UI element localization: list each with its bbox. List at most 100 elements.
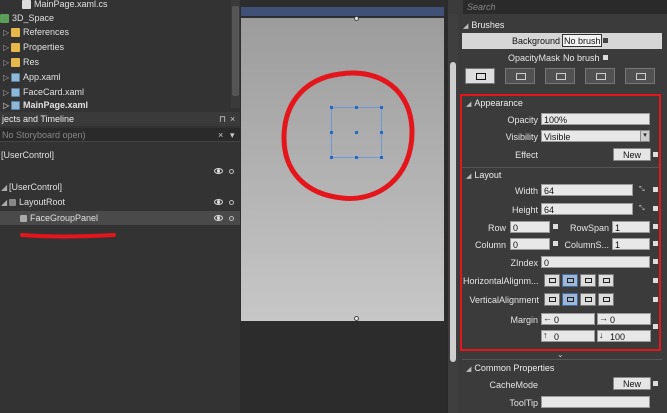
halign-left-button[interactable] <box>544 274 560 287</box>
lock-dot-icon[interactable] <box>229 200 234 205</box>
advanced-options-icon[interactable] <box>653 152 658 157</box>
advanced-options-icon[interactable] <box>603 55 608 60</box>
tree-item-facecard-xaml[interactable]: ▷ FaceCard.xaml <box>3 85 84 99</box>
brush-tab-resource[interactable] <box>625 68 655 84</box>
tree-item-app-xaml[interactable]: ▷ App.xaml <box>3 70 61 84</box>
zindex-input[interactable]: 0 <box>541 256 650 268</box>
effect-new-button[interactable]: New <box>613 148 651 161</box>
halign-stretch-button[interactable] <box>598 274 614 287</box>
background-brush-value[interactable]: No brush <box>562 34 602 47</box>
visibility-eye-icon[interactable] <box>214 199 223 205</box>
expand-arrow-icon[interactable]: ▷ <box>3 43 11 52</box>
close-icon[interactable]: × <box>230 112 235 126</box>
valign-stretch-button[interactable] <box>598 293 614 306</box>
advanced-options-icon[interactable] <box>653 278 658 283</box>
tree-item-res[interactable]: ▷ Res <box>3 55 39 69</box>
collapse-arrow-icon[interactable]: ◢ <box>1 183 9 192</box>
tree-item-properties[interactable]: ▷ Properties <box>3 40 64 54</box>
brush-tab-none[interactable] <box>465 68 495 84</box>
advanced-options-icon[interactable] <box>653 297 658 302</box>
align-top-icon <box>549 297 556 302</box>
tree-node-facegrouppanel[interactable]: FaceGroupPanel <box>20 211 98 225</box>
common-properties-section-header[interactable]: ◢ Common Properties <box>466 362 667 374</box>
brush-tab-gradient[interactable] <box>545 68 575 84</box>
rowspan-input[interactable]: 1 <box>612 221 650 233</box>
resize-handle-bottom[interactable] <box>354 316 359 321</box>
advanced-options-icon[interactable] <box>653 259 658 264</box>
appearance-section-header[interactable]: ◢ Appearance <box>466 97 667 109</box>
visibility-select[interactable]: Visible <box>541 130 650 142</box>
opacitymask-brush-value[interactable]: No brush <box>563 53 600 63</box>
margin-bottom-input[interactable]: 100 <box>597 330 651 342</box>
collapse-triangle-icon[interactable]: ◢ <box>463 23 468 30</box>
chevron-down-icon[interactable]: ▾ <box>230 128 235 142</box>
tooltip-input[interactable] <box>541 396 650 408</box>
brush-tab-solid[interactable] <box>505 68 535 84</box>
row-input[interactable]: 0 <box>510 221 550 233</box>
align-left-icon <box>549 278 556 283</box>
margin-top-input[interactable]: 0 <box>541 330 595 342</box>
layout-section-header[interactable]: ◢ Layout <box>466 169 667 181</box>
tree-item-mainpage-cs[interactable]: MainPage.xaml.cs <box>22 0 108 11</box>
halign-center-button[interactable] <box>562 274 578 287</box>
columnspan-input[interactable]: 1 <box>612 238 650 250</box>
brush-tab-tile[interactable] <box>585 68 615 84</box>
resize-handle-top[interactable] <box>354 16 359 21</box>
expand-arrow-icon[interactable]: ▷ <box>3 58 11 67</box>
properties-scrollbar[interactable] <box>448 14 458 413</box>
halign-right-button[interactable] <box>580 274 596 287</box>
valign-bottom-button[interactable] <box>580 293 596 306</box>
storyboard-selector[interactable]: No Storyboard open) × ▾ <box>0 128 240 142</box>
set-auto-icon[interactable]: ⤡ <box>639 186 646 193</box>
collapse-triangle-icon[interactable]: ◢ <box>466 101 471 108</box>
search-input[interactable]: Search <box>463 0 667 14</box>
tree-item-references[interactable]: ▷ References <box>3 25 69 39</box>
tree-node-layoutroot[interactable]: ◢ LayoutRoot <box>1 195 65 209</box>
canvas-top-ruler <box>241 7 444 16</box>
scrollbar-thumb[interactable] <box>450 62 456 362</box>
lock-dot-icon[interactable] <box>229 169 234 174</box>
resource-brush-icon <box>636 73 646 80</box>
tree-item-project[interactable]: 3D_Space <box>0 11 54 25</box>
advanced-options-icon[interactable] <box>653 324 658 329</box>
folder-icon <box>11 27 20 37</box>
expand-arrow-icon[interactable]: ▷ <box>3 28 11 37</box>
chevron-down-icon[interactable]: ▾ <box>640 130 650 142</box>
advanced-options-icon[interactable] <box>653 224 658 229</box>
advanced-options-icon[interactable] <box>603 38 608 43</box>
advanced-options-icon[interactable] <box>553 241 558 246</box>
collapse-arrow-icon[interactable]: ◢ <box>1 198 9 207</box>
scope-label[interactable]: [UserControl] <box>1 148 54 162</box>
expand-arrow-icon[interactable]: ▷ <box>3 73 11 82</box>
visibility-eye-icon[interactable] <box>214 215 223 221</box>
set-auto-icon[interactable]: ⤡ <box>639 205 646 212</box>
advanced-options-icon[interactable] <box>653 381 658 386</box>
expand-more-chevron-icon[interactable]: ⌄ <box>557 350 564 359</box>
close-icon[interactable]: × <box>218 128 223 142</box>
collapse-triangle-icon[interactable]: ◢ <box>466 173 471 180</box>
align-stretch-icon <box>603 297 610 302</box>
expand-arrow-icon[interactable]: ▷ <box>3 101 11 110</box>
brushes-section-header[interactable]: ◢ Brushes <box>463 19 667 31</box>
advanced-options-icon[interactable] <box>553 224 558 229</box>
valign-top-button[interactable] <box>544 293 560 306</box>
tree-item-mainpage-xaml[interactable]: ▷ MainPage.xaml <box>3 100 88 110</box>
tree-scrollbar[interactable] <box>231 0 240 108</box>
column-input[interactable]: 0 <box>510 238 550 250</box>
width-input[interactable]: 64 <box>541 184 633 196</box>
lock-dot-icon[interactable] <box>229 216 234 221</box>
advanced-options-icon[interactable] <box>653 206 658 211</box>
expand-arrow-icon[interactable]: ▷ <box>3 88 11 97</box>
visibility-eye-icon[interactable] <box>214 168 223 174</box>
collapse-triangle-icon[interactable]: ◢ <box>466 366 471 373</box>
pin-icon[interactable]: ⊓ <box>219 112 226 126</box>
advanced-options-icon[interactable] <box>653 241 658 246</box>
valign-center-button[interactable] <box>562 293 578 306</box>
opacity-input[interactable]: 100% <box>541 113 650 125</box>
xaml-file-icon <box>11 72 20 82</box>
scrollbar-thumb[interactable] <box>232 6 239 96</box>
tree-node-usercontrol[interactable]: ◢ [UserControl] <box>1 180 62 194</box>
advanced-options-icon[interactable] <box>653 187 658 192</box>
cachemode-new-button[interactable]: New <box>613 377 651 390</box>
height-input[interactable]: 64 <box>541 203 633 215</box>
